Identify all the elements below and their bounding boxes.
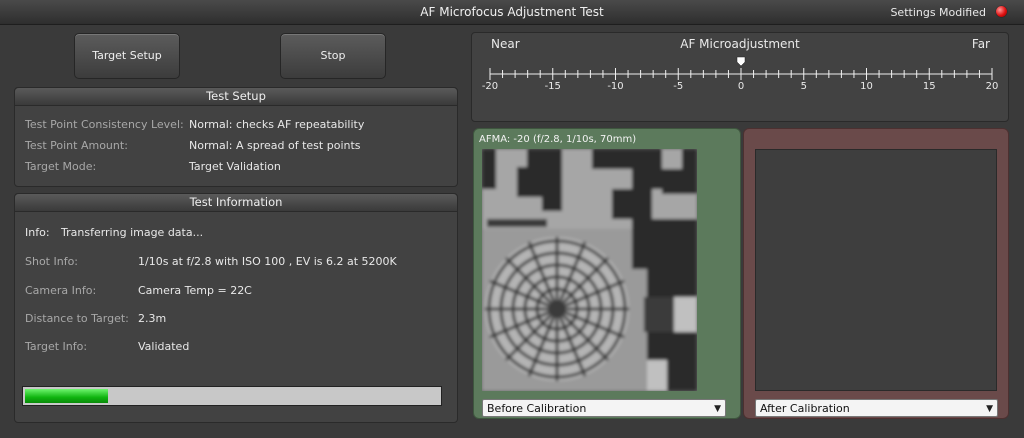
- after-select-value: After Calibration: [760, 402, 850, 415]
- consistency-level-row: Test Point Consistency Level: Normal: ch…: [25, 118, 364, 131]
- consistency-level-label: Test Point Consistency Level:: [25, 118, 184, 131]
- afma-marker-icon[interactable]: [736, 56, 746, 67]
- camera-info-row: Camera Info: Camera Temp = 22C: [25, 284, 252, 297]
- progress-fill: [25, 389, 108, 403]
- shot-info-row: Shot Info: 1/10s at f/2.8 with ISO 100 ,…: [25, 255, 397, 268]
- afma-scale[interactable]: -20 -15 -10 -5 0 5 10 15 20: [472, 33, 1008, 121]
- target-info-row: Target Info: Validated: [25, 340, 189, 353]
- afma-tick-label: 5: [801, 81, 807, 92]
- test-setup-panel: Test Setup Test Point Consistency Level:…: [14, 87, 458, 187]
- target-setup-button[interactable]: Target Setup: [74, 33, 180, 79]
- focus-target-image: [482, 149, 697, 391]
- status-led-icon: [996, 6, 1007, 17]
- camera-info-label: Camera Info:: [25, 284, 97, 297]
- after-image-view: [755, 149, 997, 391]
- target-mode-value: Target Validation: [189, 160, 281, 173]
- info-value: Transferring image data...: [61, 226, 204, 239]
- window-title: AF Microfocus Adjustment Test: [420, 5, 604, 19]
- camera-info-value: Camera Temp = 22C: [138, 284, 252, 297]
- afma-tick-label: 20: [986, 81, 999, 92]
- distance-value: 2.3m: [138, 312, 167, 325]
- test-point-amount-value: Normal: A spread of test points: [189, 139, 361, 152]
- afma-tick-label: -5: [673, 81, 683, 92]
- before-calibration-panel: AFMA: -20 (f/2.8, 1/10s, 70mm) Before Ca…: [473, 128, 741, 419]
- after-calibration-select[interactable]: After Calibration ▼: [755, 399, 998, 417]
- afma-tick-label: -20: [482, 81, 498, 92]
- stop-button[interactable]: Stop: [280, 33, 386, 79]
- after-calibration-panel: After Calibration ▼: [743, 128, 1009, 419]
- test-setup-header: Test Setup: [15, 88, 457, 106]
- shot-info-label: Shot Info:: [25, 255, 79, 268]
- shot-info-value: 1/10s at f/2.8 with ISO 100 , EV is 6.2 …: [138, 255, 397, 268]
- afma-caption: AFMA: -20 (f/2.8, 1/10s, 70mm): [479, 134, 637, 145]
- before-select-value: Before Calibration: [487, 402, 587, 415]
- target-mode-row: Target Mode: Target Validation: [25, 160, 281, 173]
- afma-slider-panel: Near AF Microadjustment Far -20 -15 -10 -5 0…: [471, 32, 1009, 122]
- consistency-level-value: Normal: checks AF repeatability: [189, 118, 365, 131]
- title-bar: AF Microfocus Adjustment Test Settings M…: [0, 0, 1024, 25]
- test-information-header: Test Information: [15, 194, 457, 212]
- info-label: Info:: [25, 226, 50, 239]
- afma-tick-label: 15: [923, 81, 936, 92]
- distance-label: Distance to Target:: [25, 312, 129, 325]
- distance-row: Distance to Target: 2.3m: [25, 312, 166, 325]
- test-point-amount-label: Test Point Amount:: [25, 139, 128, 152]
- target-info-value: Validated: [138, 340, 190, 353]
- info-row: Info: Transferring image data...: [25, 226, 203, 239]
- test-point-amount-row: Test Point Amount: Normal: A spread of t…: [25, 139, 361, 152]
- chevron-down-icon: ▼: [714, 404, 721, 414]
- before-calibration-select[interactable]: Before Calibration ▼: [482, 399, 726, 417]
- chevron-down-icon: ▼: [986, 404, 993, 414]
- target-mode-label: Target Mode:: [25, 160, 97, 173]
- afma-tick-label: -10: [607, 81, 623, 92]
- afma-tick-label: 0: [738, 81, 744, 92]
- target-info-label: Target Info:: [25, 340, 88, 353]
- afma-tick-label: -15: [545, 81, 561, 92]
- afma-tick-label: 10: [860, 81, 873, 92]
- settings-modified-label: Settings Modified: [890, 6, 986, 19]
- transfer-progress-bar: [22, 386, 442, 406]
